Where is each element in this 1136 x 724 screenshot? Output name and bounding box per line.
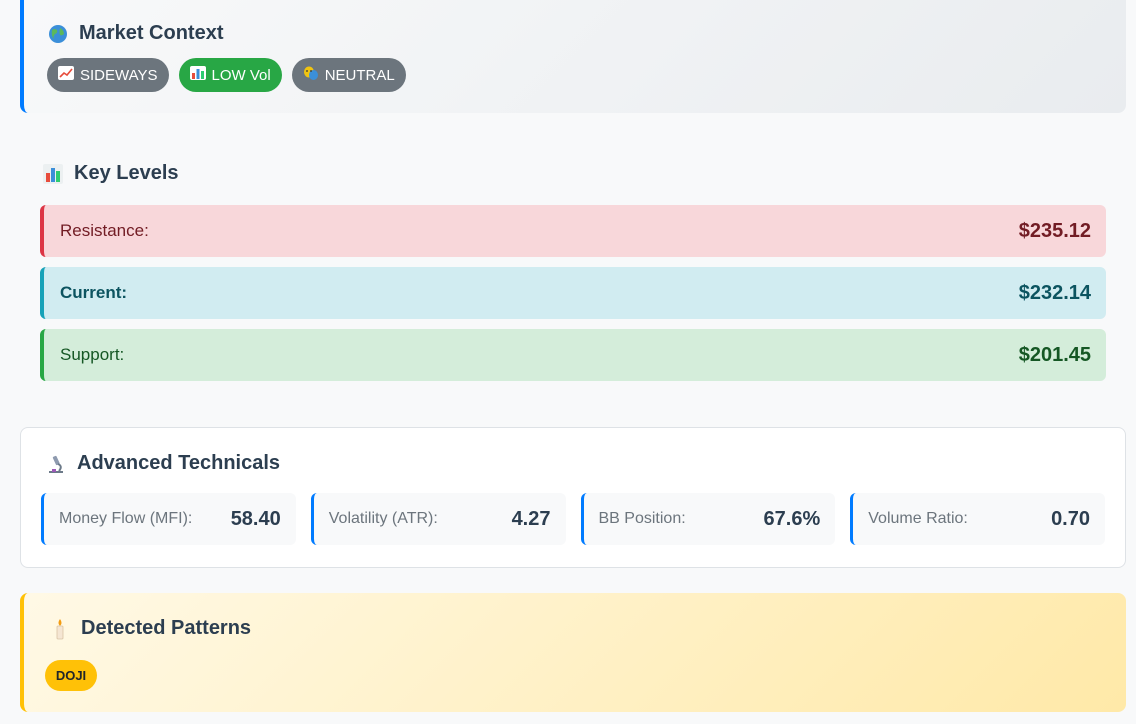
key-levels-title-text: Key Levels xyxy=(74,162,179,184)
detected-patterns-panel: Detected Patterns DOJI xyxy=(20,593,1126,712)
metric-volume-ratio-label: Volume Ratio: xyxy=(868,510,968,527)
current-label: Current: xyxy=(60,283,128,302)
metric-atr: Volatility (ATR): 4.27 xyxy=(310,493,566,545)
advanced-technicals-title-text: Advanced Technicals xyxy=(77,452,281,474)
market-context-title: Market Context xyxy=(47,22,1126,45)
support-row: Support: $201.45 xyxy=(40,329,1106,381)
sentiment-badge-label: NEUTRAL xyxy=(324,66,395,84)
volatility-badge-label: LOW Vol xyxy=(211,66,271,84)
metric-mfi-value: 58.40 xyxy=(230,507,281,530)
metric-mfi-label: Money Flow (MFI): xyxy=(59,510,193,527)
pattern-badge-doji: DOJI xyxy=(45,660,97,691)
candle-icon xyxy=(49,618,71,640)
support-label: Support: xyxy=(60,345,125,364)
microscope-icon xyxy=(45,454,67,474)
metrics-grid: Money Flow (MFI): 58.40 Volatility (ATR)… xyxy=(41,493,1105,545)
key-levels-section: Key Levels Resistance: $235.12 Current: … xyxy=(40,162,1106,391)
resistance-value: $235.12 xyxy=(1018,219,1091,242)
theater-masks-icon xyxy=(303,66,319,85)
metric-atr-value: 4.27 xyxy=(511,507,551,530)
metric-bb-position: BB Position: 67.6% xyxy=(580,493,836,545)
trend-badge: SIDEWAYS xyxy=(47,58,169,92)
bar-chart-icon xyxy=(189,66,206,84)
market-context-panel: Market Context SIDEWAYS LOW Vol NEUTRAL xyxy=(20,0,1126,113)
resistance-label: Resistance: xyxy=(60,221,149,240)
metric-volume-ratio: Volume Ratio: 0.70 xyxy=(850,493,1105,545)
trend-badge-label: SIDEWAYS xyxy=(80,66,158,84)
metric-atr-label: Volatility (ATR): xyxy=(328,510,438,527)
metric-bb-position-label: BB Position: xyxy=(598,510,686,527)
market-badges: SIDEWAYS LOW Vol NEUTRAL xyxy=(47,58,1126,92)
detected-patterns-title: Detected Patterns xyxy=(49,617,1126,640)
key-levels-title: Key Levels xyxy=(42,162,1106,185)
sentiment-badge: NEUTRAL xyxy=(291,58,406,92)
market-context-title-text: Market Context xyxy=(79,22,224,44)
metric-bb-position-value: 67.6% xyxy=(763,507,821,530)
support-value: $201.45 xyxy=(1018,343,1091,366)
volatility-badge: LOW Vol xyxy=(178,58,282,92)
resistance-row: Resistance: $235.12 xyxy=(40,205,1106,257)
metric-mfi: Money Flow (MFI): 58.40 xyxy=(41,493,296,545)
globe-icon xyxy=(47,24,69,44)
advanced-technicals-title: Advanced Technicals xyxy=(45,452,1105,475)
bar-chart-icon xyxy=(42,163,64,184)
detected-patterns-title-text: Detected Patterns xyxy=(81,617,252,639)
chart-increasing-icon xyxy=(58,66,74,84)
current-value: $232.14 xyxy=(1018,281,1091,304)
metric-volume-ratio-value: 0.70 xyxy=(1051,507,1090,530)
advanced-technicals-panel: Advanced Technicals Money Flow (MFI): 58… xyxy=(20,427,1126,568)
current-row: Current: $232.14 xyxy=(40,267,1106,319)
